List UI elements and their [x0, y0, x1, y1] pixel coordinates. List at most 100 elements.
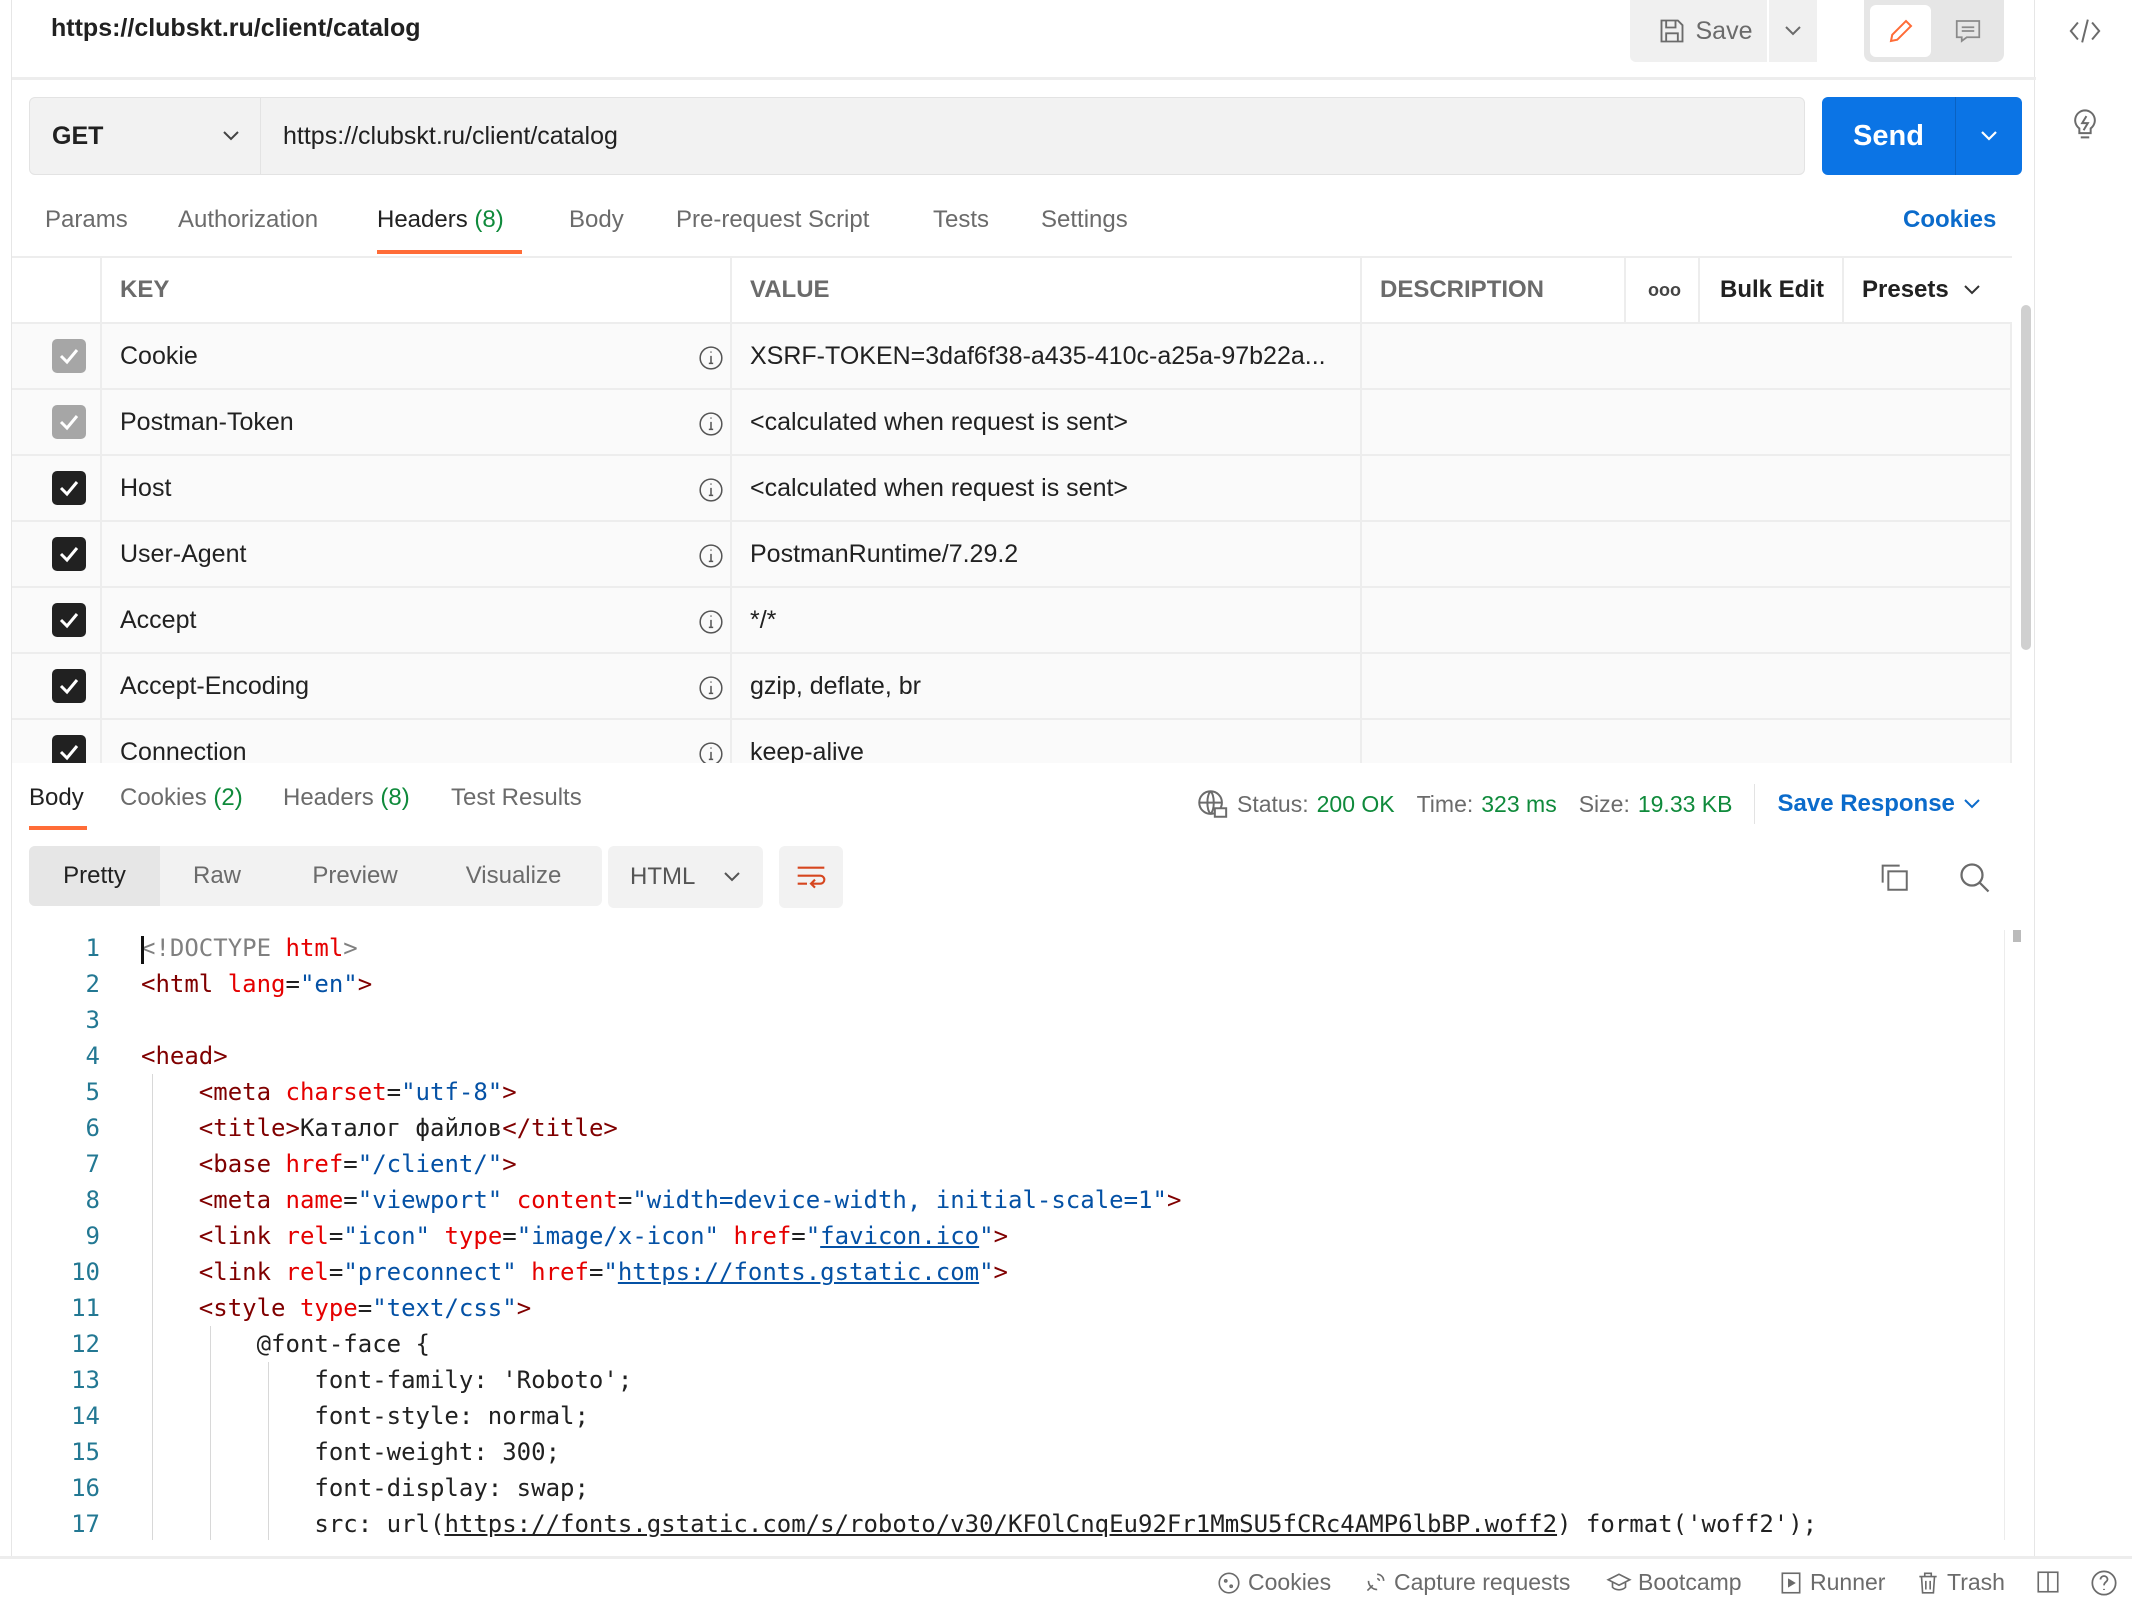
- info-icon[interactable]: [698, 675, 724, 701]
- info-icon[interactable]: [698, 411, 724, 437]
- view-preview[interactable]: Preview: [274, 846, 436, 906]
- copy-icon[interactable]: [1877, 860, 1911, 894]
- header-value-cell[interactable]: */*: [732, 588, 1362, 652]
- view-visualize[interactable]: Visualize: [436, 846, 591, 906]
- footer-runner[interactable]: Runner: [1778, 1569, 1885, 1596]
- code-token: name: [285, 1186, 344, 1214]
- response-tab-test-results[interactable]: Test Results: [451, 784, 582, 812]
- bulk-edit-button[interactable]: Bulk Edit: [1700, 258, 1844, 322]
- code-token[interactable]: https://fonts.gstatic.com: [618, 1258, 979, 1286]
- url-input[interactable]: https://clubskt.ru/client/catalog: [261, 98, 618, 174]
- code-token: =: [343, 1186, 358, 1214]
- header-description-cell[interactable]: [1362, 720, 2012, 763]
- header-description-cell[interactable]: [1362, 654, 2012, 718]
- info-icon[interactable]: [698, 477, 724, 503]
- send-button[interactable]: Send: [1822, 97, 1956, 175]
- edit-mode-button[interactable]: [1870, 5, 1931, 57]
- row-checkbox[interactable]: [52, 537, 86, 571]
- header-key-cell[interactable]: Host: [102, 456, 732, 520]
- footer-capture-requests[interactable]: Capture requests: [1362, 1569, 1570, 1596]
- info-icon[interactable]: [698, 345, 724, 371]
- send-dropdown[interactable]: [1956, 97, 2022, 175]
- footer-cookies[interactable]: Cookies: [1216, 1569, 1331, 1596]
- help-button[interactable]: [2090, 1569, 2118, 1597]
- footer-trash[interactable]: Trash: [1915, 1569, 2005, 1596]
- header-description-cell[interactable]: [1362, 522, 2012, 586]
- header-key-cell[interactable]: Postman-Token: [102, 390, 732, 454]
- header-key-cell[interactable]: Cookie: [102, 324, 732, 388]
- row-checkbox[interactable]: [52, 735, 86, 763]
- code-line: <base href="/client/">: [141, 1150, 517, 1178]
- checkmark-icon: [59, 613, 79, 629]
- tab-body[interactable]: Body: [569, 206, 624, 234]
- editor-scrollbar[interactable]: [2013, 930, 2021, 942]
- search-icon[interactable]: [1957, 860, 1993, 896]
- header-key-cell[interactable]: Accept: [102, 588, 732, 652]
- response-tab-cookies[interactable]: Cookies (2): [120, 784, 243, 812]
- cookies-link[interactable]: Cookies: [1903, 206, 1996, 234]
- code-snippet-icon[interactable]: [2068, 16, 2102, 46]
- tab-tests[interactable]: Tests: [933, 206, 989, 234]
- header-key-cell[interactable]: Connection: [102, 720, 732, 763]
- header-value-cell[interactable]: PostmanRuntime/7.29.2: [732, 522, 1362, 586]
- tab-params[interactable]: Params: [45, 206, 128, 234]
- save-button[interactable]: Save: [1630, 0, 1780, 62]
- header-description-cell[interactable]: [1362, 588, 2012, 652]
- more-options-button[interactable]: ooo: [1626, 258, 1700, 322]
- header-description-cell[interactable]: [1362, 456, 2012, 520]
- header-key-cell[interactable]: Accept-Encoding: [102, 654, 732, 718]
- code-token: src: url(: [141, 1510, 445, 1538]
- info-icon[interactable]: [698, 741, 724, 763]
- info-icon[interactable]: [698, 609, 724, 635]
- tab-authorization[interactable]: Authorization: [178, 206, 318, 234]
- code-line: <html lang="en">: [141, 970, 372, 998]
- wrap-lines-button[interactable]: [779, 846, 843, 908]
- header-value-cell[interactable]: keep-alive: [732, 720, 1362, 763]
- checkmark-icon: [59, 481, 79, 497]
- info-icon[interactable]: [698, 543, 724, 569]
- response-tab-headers[interactable]: Headers (8): [283, 784, 410, 812]
- response-body-editor[interactable]: 1 <!DOCTYPE html> 2 <html lang="en"> 3 4 <head…: [12, 930, 1992, 1540]
- code-token[interactable]: favicon.ico: [820, 1222, 979, 1250]
- tab-headers[interactable]: Headers (8): [377, 206, 504, 234]
- comments-button[interactable]: [1937, 5, 1998, 57]
- header-value-cell[interactable]: gzip, deflate, br: [732, 654, 1362, 718]
- row-checkbox[interactable]: [52, 339, 86, 373]
- presets-label: Presets: [1862, 276, 1949, 303]
- response-tab-body[interactable]: Body: [29, 784, 84, 812]
- cookie-icon: [1218, 1571, 1240, 1594]
- code-token[interactable]: https://fonts.gstatic.com/s/roboto/v30/K…: [444, 1510, 1557, 1538]
- method-select[interactable]: GET: [30, 98, 261, 174]
- row-checkbox[interactable]: [52, 603, 86, 637]
- code-line: font-style: normal;: [141, 1402, 589, 1430]
- comment-icon: [1955, 20, 1980, 43]
- header-key-cell[interactable]: User-Agent: [102, 522, 732, 586]
- row-checkbox[interactable]: [52, 405, 86, 439]
- header-value-cell[interactable]: XSRF-TOKEN=3daf6f38-a435-410c-a25a-97b22…: [732, 324, 1362, 388]
- size-label: Size:: [1578, 790, 1630, 817]
- presets-dropdown[interactable]: Presets: [1844, 258, 2012, 322]
- save-dropdown[interactable]: [1767, 0, 1817, 62]
- header-value-cell[interactable]: <calculated when request is sent>: [732, 390, 1362, 454]
- two-pane-toggle[interactable]: [2035, 1569, 2061, 1595]
- code-token: =: [588, 1258, 604, 1286]
- view-pretty[interactable]: Pretty: [29, 846, 160, 906]
- header-value-cell[interactable]: <calculated when request is sent>: [732, 456, 1362, 520]
- tab-settings[interactable]: Settings: [1041, 206, 1128, 234]
- row-checkbox[interactable]: [52, 471, 86, 505]
- save-response-button[interactable]: Save Response: [1777, 790, 1954, 818]
- view-raw[interactable]: Raw: [160, 846, 274, 906]
- table-row: Cookie XSRF-TOKEN=3daf6f38-a435-410c-a25…: [12, 324, 2012, 390]
- lightbulb-icon[interactable]: [2068, 106, 2102, 146]
- header-description-cell[interactable]: [1362, 324, 2012, 388]
- table-scrollbar[interactable]: [2021, 305, 2031, 650]
- tab-pre-request-script[interactable]: Pre-request Script: [676, 206, 869, 234]
- format-dropdown[interactable]: HTML: [608, 846, 763, 908]
- request-title[interactable]: https://clubskt.ru/client/catalog: [51, 14, 421, 43]
- row-checkbox[interactable]: [52, 669, 86, 703]
- header-key: Cookie: [120, 341, 198, 370]
- header-description-cell[interactable]: [1362, 390, 2012, 454]
- view-mode-selector: Pretty Raw Preview Visualize: [29, 846, 602, 906]
- footer-bootcamp[interactable]: Bootcamp: [1606, 1569, 1742, 1596]
